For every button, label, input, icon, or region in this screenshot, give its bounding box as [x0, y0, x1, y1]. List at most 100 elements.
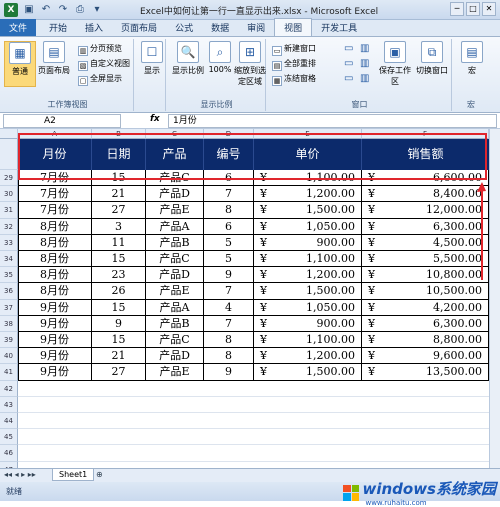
- empty-row[interactable]: [18, 429, 489, 446]
- undo-icon[interactable]: ↶: [40, 4, 52, 16]
- empty-row[interactable]: [18, 413, 489, 430]
- cell-sales[interactable]: ¥10,800.00: [362, 267, 489, 284]
- cell-month[interactable]: 7月份: [18, 186, 92, 203]
- row-header[interactable]: 29: [0, 170, 18, 187]
- cell-month[interactable]: 8月份: [18, 251, 92, 268]
- hide-icon[interactable]: ▭: [344, 58, 353, 69]
- cell-date[interactable]: 27: [92, 364, 146, 381]
- cell-date[interactable]: 15: [92, 332, 146, 349]
- customize-qa-icon[interactable]: ▾: [91, 4, 103, 16]
- name-box[interactable]: A2: [3, 114, 121, 128]
- row-header[interactable]: 37: [0, 299, 18, 316]
- row-header[interactable]: 31: [0, 202, 18, 219]
- row-header[interactable]: 46: [0, 445, 18, 462]
- cell-date[interactable]: 21: [92, 186, 146, 203]
- tab-page-layout[interactable]: 页面布局: [112, 19, 166, 36]
- cell-month[interactable]: 8月份: [18, 234, 92, 251]
- cell-product[interactable]: 产品D: [146, 267, 204, 284]
- cell-date[interactable]: 15: [92, 299, 146, 316]
- cell-sales[interactable]: ¥6,300.00: [362, 218, 489, 235]
- row-header[interactable]: 39: [0, 332, 18, 349]
- row-header[interactable]: 42: [0, 380, 18, 397]
- cell-sales[interactable]: ¥4,200.00: [362, 299, 489, 316]
- cell-month[interactable]: 8月份: [18, 283, 92, 300]
- cell-num[interactable]: 5: [204, 251, 254, 268]
- show-button[interactable]: ☐ 显示: [136, 41, 168, 76]
- excel-logo-icon[interactable]: X: [4, 3, 18, 17]
- cell-price[interactable]: ¥900.00: [254, 234, 362, 251]
- cell-price[interactable]: ¥1,200.00: [254, 267, 362, 284]
- tab-developer[interactable]: 开发工具: [312, 19, 366, 36]
- tab-formulas[interactable]: 公式: [166, 19, 202, 36]
- unhide-icon[interactable]: ▭: [344, 73, 353, 84]
- cell-sales[interactable]: ¥13,500.00: [362, 364, 489, 381]
- cell-month[interactable]: 9月份: [18, 348, 92, 365]
- minimize-button[interactable]: ─: [450, 2, 464, 16]
- row-header[interactable]: 43: [0, 396, 18, 413]
- row-header[interactable]: 32: [0, 218, 18, 235]
- cell-num[interactable]: 4: [204, 299, 254, 316]
- cell-num[interactable]: 9: [204, 267, 254, 284]
- row-header[interactable]: 36: [0, 283, 18, 300]
- tab-review[interactable]: 审阅: [238, 19, 274, 36]
- maximize-button[interactable]: □: [466, 2, 480, 16]
- page-layout-button[interactable]: ▤ 页面布局: [38, 41, 70, 76]
- view-side-by-side-icon[interactable]: ▥: [360, 43, 369, 54]
- row-header[interactable]: 33: [0, 234, 18, 251]
- cell-product[interactable]: 产品B: [146, 234, 204, 251]
- cell-date[interactable]: 11: [92, 234, 146, 251]
- cell-product[interactable]: 产品E: [146, 202, 204, 219]
- empty-row[interactable]: [18, 381, 489, 397]
- macros-button[interactable]: ▤ 宏: [456, 41, 488, 76]
- custom-view-button[interactable]: ▧ 自定义视图: [78, 58, 130, 71]
- row-header[interactable]: 38: [0, 315, 18, 332]
- cell-price[interactable]: ¥1,500.00: [254, 364, 362, 381]
- cell-product[interactable]: 产品E: [146, 364, 204, 381]
- row-header[interactable]: 44: [0, 413, 18, 430]
- cell-price[interactable]: ¥1,200.00: [254, 186, 362, 203]
- fx-icon[interactable]: fx: [150, 114, 160, 124]
- row-header-frozen[interactable]: [0, 139, 18, 170]
- cell-product[interactable]: 产品A: [146, 218, 204, 235]
- cell-sales[interactable]: ¥9,600.00: [362, 348, 489, 365]
- print-preview-icon[interactable]: ⎙: [74, 4, 86, 16]
- tab-file[interactable]: 文件: [0, 19, 37, 36]
- cell-sales[interactable]: ¥8,400.00: [362, 186, 489, 203]
- cell-product[interactable]: 产品D: [146, 348, 204, 365]
- new-window-button[interactable]: ▭ 新建窗口: [272, 43, 316, 56]
- cell-product[interactable]: 产品B: [146, 315, 204, 332]
- row-header[interactable]: 40: [0, 348, 18, 365]
- cell-price[interactable]: ¥1,500.00: [254, 283, 362, 300]
- row-header[interactable]: 34: [0, 251, 18, 268]
- cell-sales[interactable]: ¥8,800.00: [362, 332, 489, 349]
- empty-row[interactable]: [18, 397, 489, 413]
- cell-product[interactable]: 产品E: [146, 283, 204, 300]
- tab-insert[interactable]: 插入: [76, 19, 112, 36]
- formula-input[interactable]: 1月份: [168, 114, 497, 128]
- cell-num[interactable]: 8: [204, 202, 254, 219]
- switch-windows-button[interactable]: ⧉ 切换窗口: [414, 41, 450, 76]
- tab-data[interactable]: 数据: [202, 19, 238, 36]
- cell-date[interactable]: 9: [92, 315, 146, 332]
- cell-month[interactable]: 7月份: [18, 202, 92, 219]
- arrange-all-button[interactable]: ▤ 全部重排: [272, 58, 316, 71]
- full-screen-button[interactable]: ▢ 全屏显示: [78, 73, 122, 86]
- freeze-panes-button[interactable]: ▦ 冻结窗格: [272, 73, 316, 86]
- cell-price[interactable]: ¥1,500.00: [254, 202, 362, 219]
- cell-price[interactable]: ¥900.00: [254, 315, 362, 332]
- cell-date[interactable]: 21: [92, 348, 146, 365]
- cell-product[interactable]: 产品C: [146, 251, 204, 268]
- cell-sales[interactable]: ¥5,500.00: [362, 251, 489, 268]
- save-icon[interactable]: ▣: [23, 4, 35, 16]
- cell-price[interactable]: ¥1,100.00: [254, 251, 362, 268]
- tab-home[interactable]: 开始: [40, 19, 76, 36]
- row-header[interactable]: 30: [0, 186, 18, 203]
- select-all-corner[interactable]: [0, 129, 18, 139]
- cell-num[interactable]: 8: [204, 348, 254, 365]
- tab-view[interactable]: 视图: [274, 18, 313, 36]
- cell-num[interactable]: 7: [204, 315, 254, 332]
- cell-date[interactable]: 27: [92, 202, 146, 219]
- cell-price[interactable]: ¥1,050.00: [254, 218, 362, 235]
- cell-num[interactable]: 5: [204, 234, 254, 251]
- cell-sales[interactable]: ¥4,500.00: [362, 234, 489, 251]
